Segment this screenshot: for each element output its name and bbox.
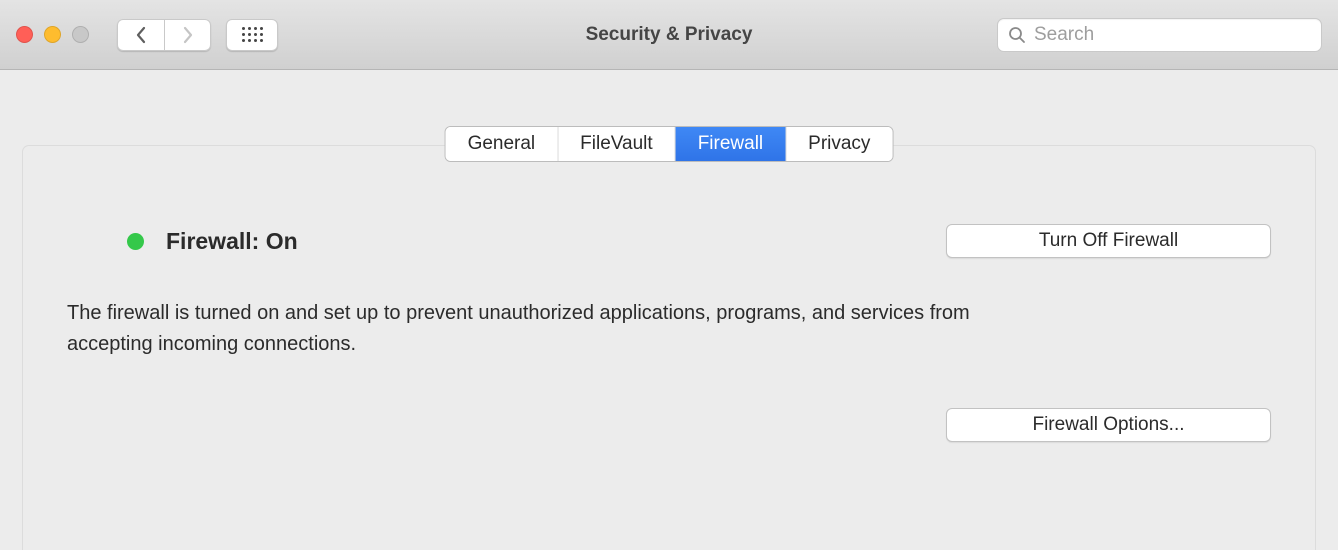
- chevron-left-icon: [135, 26, 147, 44]
- firewall-status-row: Firewall: On Turn Off Firewall: [67, 224, 1271, 258]
- search-input[interactable]: [1034, 24, 1311, 46]
- show-all-button[interactable]: [226, 19, 278, 51]
- tab-general[interactable]: General: [446, 127, 559, 161]
- firewall-status-label: Firewall: On: [166, 228, 946, 255]
- chevron-right-icon: [182, 26, 194, 44]
- firewall-options-button[interactable]: Firewall Options...: [946, 408, 1271, 442]
- firewall-description: The firewall is turned on and set up to …: [67, 298, 1037, 360]
- turn-off-firewall-button[interactable]: Turn Off Firewall: [946, 224, 1271, 258]
- tabs: General FileVault Firewall Privacy: [445, 126, 894, 162]
- zoom-window-button: [72, 26, 89, 43]
- tab-firewall[interactable]: Firewall: [676, 127, 786, 161]
- content-area: General FileVault Firewall Privacy Firew…: [0, 70, 1338, 550]
- window-toolbar: Security & Privacy: [0, 0, 1338, 70]
- nav-buttons-group: [117, 19, 211, 51]
- window-title: Security & Privacy: [586, 24, 753, 46]
- options-row: Firewall Options...: [67, 408, 1271, 442]
- back-button[interactable]: [117, 19, 164, 51]
- minimize-window-button[interactable]: [44, 26, 61, 43]
- status-indicator-icon: [127, 233, 144, 250]
- firewall-panel: Firewall: On Turn Off Firewall The firew…: [22, 145, 1316, 550]
- traffic-lights: [16, 26, 89, 43]
- tab-filevault[interactable]: FileVault: [558, 127, 676, 161]
- grid-icon: [242, 27, 263, 42]
- close-window-button[interactable]: [16, 26, 33, 43]
- tab-privacy[interactable]: Privacy: [786, 127, 892, 161]
- forward-button: [164, 19, 211, 51]
- search-field-wrapper[interactable]: [997, 18, 1322, 52]
- search-icon: [1008, 26, 1026, 44]
